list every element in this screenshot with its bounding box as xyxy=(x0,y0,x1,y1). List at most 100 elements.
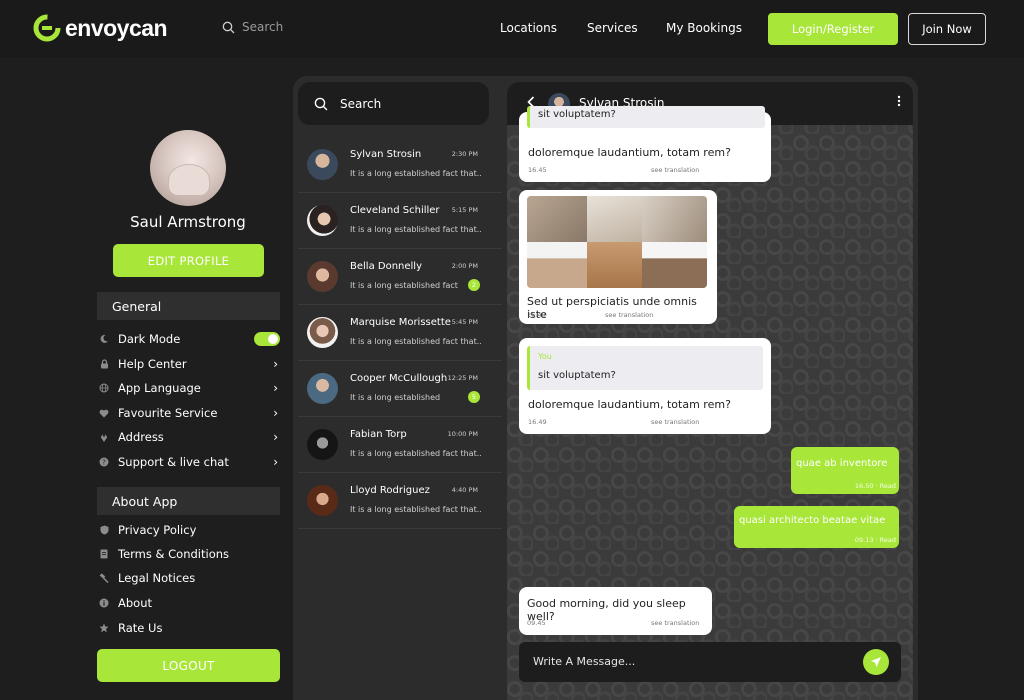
message-input-placeholder: Write A Message... xyxy=(533,655,636,668)
photo-cell xyxy=(587,242,642,288)
send-button[interactable] xyxy=(863,649,889,675)
avatar xyxy=(307,261,338,292)
menu-item-help-center[interactable]: Help Center › xyxy=(97,354,280,374)
quoted-message: sit voluptatem? xyxy=(527,106,765,128)
search-icon xyxy=(314,97,328,110)
menu-item-label: Support & live chat xyxy=(118,455,229,469)
menu-item-label: Favourite Service xyxy=(118,406,218,420)
menu-item-app-language[interactable]: App Language › xyxy=(97,378,280,398)
menu-item-label: Address xyxy=(118,430,164,444)
brand-name: envoycan xyxy=(65,14,168,41)
login-register-button[interactable]: Login/Register xyxy=(768,13,898,45)
conversation-preview: It is a long established fact that... xyxy=(350,505,482,514)
menu-item-label: App Language xyxy=(118,381,201,395)
message-time: 16.45 xyxy=(528,166,547,174)
menu-item-privacy-policy[interactable]: Privacy Policy xyxy=(97,520,280,540)
conversation-preview: It is a long established fact xyxy=(350,281,458,290)
see-translation-link[interactable]: see translation xyxy=(605,311,653,319)
message-text: quae ab inventore xyxy=(796,458,888,469)
general-section-header: General xyxy=(97,292,280,320)
quoted-text: sit voluptatem? xyxy=(538,109,616,120)
edit-profile-button[interactable]: EDIT PROFILE xyxy=(113,244,264,277)
message-text: doloremque laudantium, totam rem? xyxy=(528,398,731,411)
message-photo[interactable] xyxy=(527,196,707,288)
nav-link-my-bookings[interactable]: My Bookings xyxy=(666,21,742,35)
search-icon xyxy=(222,21,235,33)
logo-mark-icon xyxy=(33,14,61,42)
nav-search-placeholder: Search xyxy=(242,20,284,34)
menu-item-label: Dark Mode xyxy=(118,332,181,346)
conversation-name: Fabian Torp xyxy=(350,429,407,440)
menu-item-dark-mode[interactable]: Dark Mode xyxy=(97,329,280,349)
message-time: 16.48 xyxy=(527,311,546,319)
photo-cell xyxy=(642,242,707,288)
brand-logo[interactable]: envoycan xyxy=(33,14,168,42)
conversation-name: Sylvan Strosin xyxy=(350,149,422,160)
avatar xyxy=(307,149,338,180)
menu-item-label: Rate Us xyxy=(118,621,163,635)
chevron-right-icon: › xyxy=(273,357,278,371)
conversation-item[interactable]: Cleveland Schiller 5:15 PM It is a long … xyxy=(298,193,502,249)
menu-item-legal-notices[interactable]: Legal Notices xyxy=(97,568,280,588)
conversation-item[interactable]: Sylvan Strosin 2:30 PM It is a long esta… xyxy=(298,137,502,193)
message-time: 09.45 xyxy=(527,619,546,627)
menu-item-favourite-service[interactable]: Favourite Service › xyxy=(97,403,280,423)
dark-mode-toggle[interactable] xyxy=(254,332,280,346)
about-section-header: About App xyxy=(97,487,280,515)
conversation-item[interactable]: Lloyd Rodriguez 4:40 PM It is a long est… xyxy=(298,473,502,529)
top-nav: envoycan Search Locations Services My Bo… xyxy=(0,0,1024,58)
chat-search-placeholder: Search xyxy=(340,96,382,111)
menu-item-label: Terms & Conditions xyxy=(118,547,230,561)
incoming-message: Good morning, did you sleep well? 09.45 … xyxy=(519,587,712,635)
menu-item-support-live-chat[interactable]: ? Support & live chat › xyxy=(97,452,280,472)
see-translation-link[interactable]: see translation xyxy=(651,166,699,174)
menu-item-address[interactable]: Address › xyxy=(97,427,280,447)
conversation-preview: It is a long established fact that... xyxy=(350,337,482,346)
gavel-icon xyxy=(99,573,109,583)
profile-name: Saul Armstrong xyxy=(130,213,246,231)
menu-item-label: Legal Notices xyxy=(118,571,196,585)
message-composer[interactable]: Write A Message... xyxy=(519,642,901,682)
conversation-time: 2:00 PM xyxy=(451,262,478,270)
document-icon xyxy=(99,549,109,559)
lock-icon xyxy=(99,359,109,369)
nav-link-services[interactable]: Services xyxy=(587,21,638,35)
menu-item-rate-us[interactable]: Rate Us xyxy=(97,618,280,638)
see-translation-link[interactable]: see translation xyxy=(651,619,699,627)
chevron-right-icon: › xyxy=(273,406,278,420)
shield-icon xyxy=(99,525,109,535)
outgoing-message: quasi architecto beatae vitae 09.13 · Re… xyxy=(734,506,899,548)
nav-search[interactable]: Search xyxy=(222,20,283,34)
profile-avatar[interactable] xyxy=(150,130,226,206)
join-now-button[interactable]: Join Now xyxy=(908,13,986,45)
unread-badge: 5 xyxy=(468,391,480,403)
conversation-time: 5:15 PM xyxy=(451,206,478,214)
menu-item-terms-conditions[interactable]: Terms & Conditions xyxy=(97,544,280,564)
avatar xyxy=(307,205,338,236)
incoming-image-message: Sed ut perspiciatis unde omnis iste 16.4… xyxy=(519,190,717,324)
incoming-message: You sit voluptatem? doloremque laudantiu… xyxy=(519,338,771,434)
conversation-item[interactable]: Bella Donnelly 2:00 PM It is a long esta… xyxy=(298,249,502,305)
see-translation-link[interactable]: see translation xyxy=(651,418,699,426)
conversation-item[interactable]: Marquise Morissette 5:45 PM It is a long… xyxy=(298,305,502,361)
menu-item-label: About xyxy=(118,596,153,610)
nav-link-locations[interactable]: Locations xyxy=(500,21,557,35)
avatar xyxy=(307,373,338,404)
star-icon xyxy=(99,623,109,633)
globe-icon xyxy=(99,383,109,393)
conversation-name: Lloyd Rodriguez xyxy=(350,485,430,496)
more-vertical-icon[interactable] xyxy=(897,95,901,111)
conversation-item[interactable]: Fabian Torp 10:00 PM It is a long establ… xyxy=(298,417,502,473)
menu-item-about[interactable]: About xyxy=(97,593,280,613)
svg-text:?: ? xyxy=(102,459,106,467)
chevron-right-icon: › xyxy=(273,455,278,469)
chat-search-input[interactable]: Search xyxy=(298,82,489,125)
conversation-item[interactable]: Cooper McCullough 12:25 PM It is a long … xyxy=(298,361,502,417)
conversation-time: 5:45 PM xyxy=(451,318,478,326)
photo-cell xyxy=(642,196,707,242)
chat-conversation-area: Sylvan Strosin sit voluptatem? doloremqu… xyxy=(507,82,913,700)
message-meta: 16.50 · Read xyxy=(854,482,896,490)
logout-button[interactable]: LOGOUT xyxy=(97,649,280,682)
help-icon: ? xyxy=(99,457,109,467)
conversation-time: 12:25 PM xyxy=(447,374,478,382)
